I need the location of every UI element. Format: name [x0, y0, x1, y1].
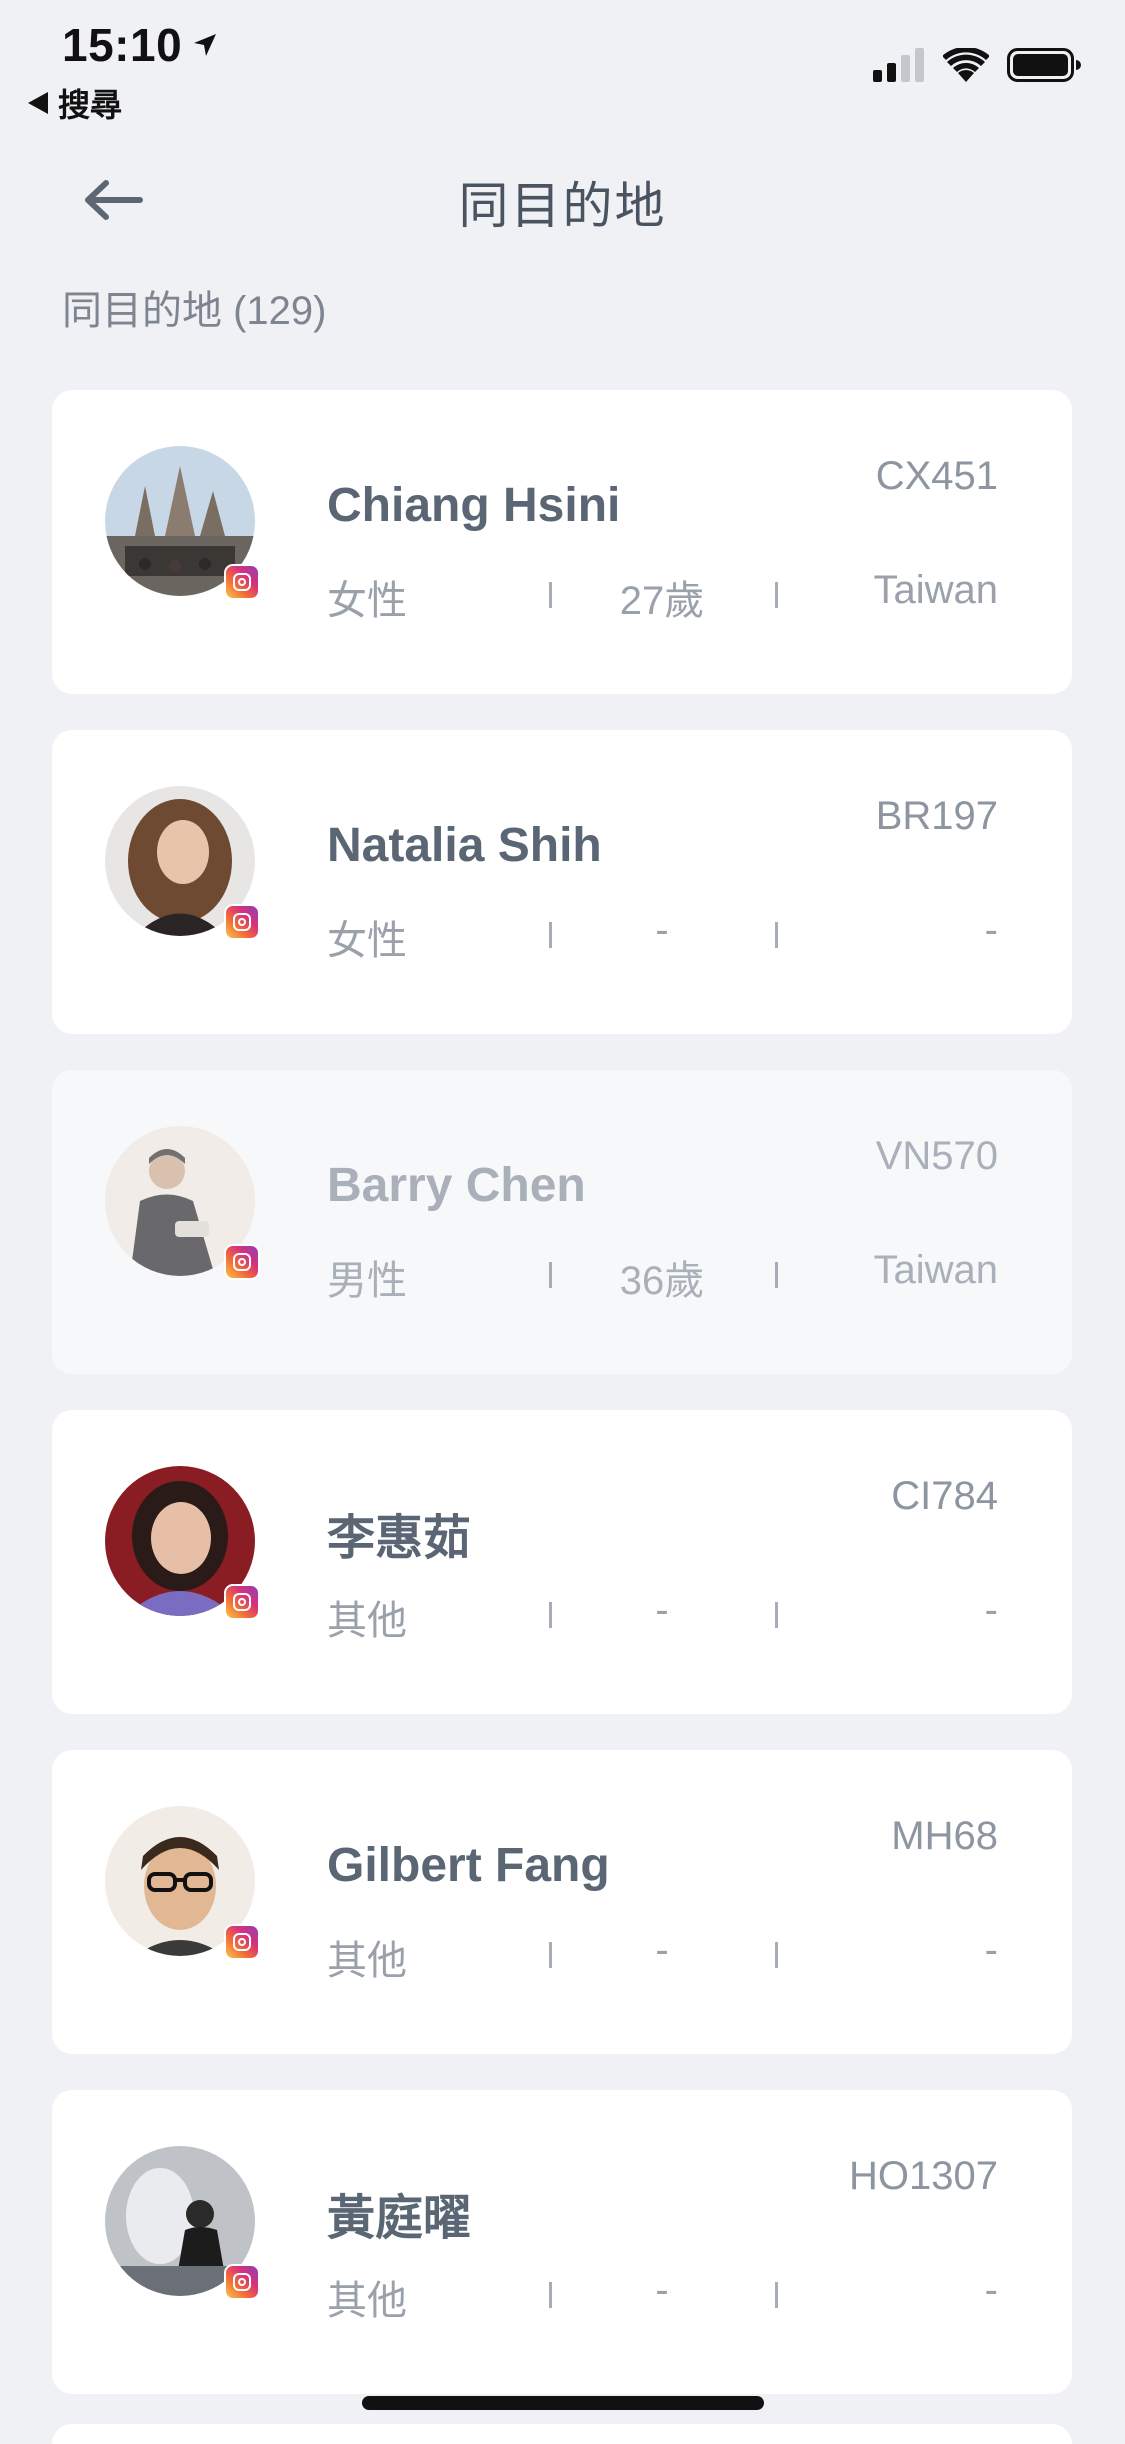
back-to-app-label: 搜尋: [58, 87, 123, 123]
traveler-card[interactable]: Barry Chen VN570 男性 36歲 Taiwan: [52, 1070, 1072, 1374]
traveler-age: 27歲: [619, 579, 705, 623]
traveler-meta: 女性 - -: [327, 908, 998, 963]
traveler-gender: 男性: [327, 1259, 407, 1303]
traveler-age: 36歲: [619, 1259, 705, 1303]
traveler-meta: 女性 27歲 Taiwan: [327, 568, 998, 623]
traveler-age: -: [655, 2268, 669, 2312]
traveler-card[interactable]: 李惠茹 CI784 其他 - -: [52, 1410, 1072, 1714]
traveler-name: Chiang Hsini: [327, 479, 621, 532]
divider: [775, 582, 778, 608]
traveler-meta: 其他 - -: [327, 1588, 998, 1643]
traveler-country: -: [984, 908, 998, 952]
flight-number: CX451: [875, 454, 998, 498]
instagram-icon[interactable]: [224, 1924, 260, 1960]
traveler-gender: 其他: [327, 1599, 407, 1643]
divider: [775, 922, 778, 948]
status-bar: 15:10 搜尋: [0, 0, 1125, 123]
status-time: 15:10: [62, 18, 218, 72]
flight-number: MH68: [891, 1814, 998, 1858]
navigation-bar: 同目的地: [0, 150, 1125, 250]
flight-number: VN570: [875, 1134, 998, 1178]
signal-icon: [873, 48, 924, 82]
flight-number: HO1307: [849, 2154, 998, 2198]
next-card-edge: [52, 2424, 1072, 2444]
traveler-gender: 女性: [327, 579, 407, 623]
divider: [549, 2282, 552, 2308]
divider: [775, 1262, 778, 1288]
flight-number: BR197: [875, 794, 998, 838]
traveler-age: -: [655, 1928, 669, 1972]
traveler-gender: 女性: [327, 919, 407, 963]
traveler-meta: 其他 - -: [327, 2268, 998, 2323]
traveler-name: 李惠茹: [327, 1512, 472, 1565]
traveler-card[interactable]: Chiang Hsini CX451 女性 27歲 Taiwan: [52, 390, 1072, 694]
instagram-icon[interactable]: [224, 904, 260, 940]
traveler-meta: 男性 36歲 Taiwan: [327, 1248, 998, 1303]
divider: [549, 1942, 552, 1968]
traveler-country: -: [984, 1928, 998, 1972]
traveler-gender: 其他: [327, 1939, 407, 1983]
traveler-country: -: [984, 1588, 998, 1632]
instagram-icon[interactable]: [224, 564, 260, 600]
traveler-card[interactable]: 黃庭曜 HO1307 其他 - -: [52, 2090, 1072, 2394]
divider: [549, 922, 552, 948]
divider: [549, 1602, 552, 1628]
instagram-icon[interactable]: [224, 2264, 260, 2300]
battery-icon: [1007, 48, 1081, 82]
traveler-country: Taiwan: [873, 1248, 998, 1292]
status-time-text: 15:10: [62, 19, 183, 71]
traveler-country: -: [984, 2268, 998, 2312]
divider: [549, 582, 552, 608]
instagram-icon[interactable]: [224, 1584, 260, 1620]
divider: [775, 2282, 778, 2308]
traveler-name: 黃庭曜: [327, 2192, 472, 2245]
traveler-card[interactable]: Natalia Shih BR197 女性 - -: [52, 730, 1072, 1034]
back-to-app-link[interactable]: 搜尋: [28, 80, 122, 126]
traveler-country: Taiwan: [873, 568, 998, 612]
traveler-name: Gilbert Fang: [327, 1839, 610, 1892]
status-icons: [873, 48, 1081, 82]
traveler-list: Chiang Hsini CX451 女性 27歲 Taiwan Natalia…: [52, 390, 1072, 2430]
divider: [549, 1262, 552, 1288]
traveler-age: -: [655, 908, 669, 952]
divider: [775, 1602, 778, 1628]
traveler-name: Natalia Shih: [327, 819, 602, 872]
location-arrow-icon: [194, 34, 217, 56]
traveler-gender: 其他: [327, 2279, 407, 2323]
traveler-meta: 其他 - -: [327, 1928, 998, 1983]
instagram-icon[interactable]: [224, 1244, 260, 1280]
traveler-name: Barry Chen: [327, 1159, 586, 1212]
divider: [775, 1942, 778, 1968]
page-title: 同目的地: [458, 178, 667, 234]
traveler-card[interactable]: Gilbert Fang MH68 其他 - -: [52, 1750, 1072, 2054]
traveler-age: -: [655, 1588, 669, 1632]
back-triangle-icon: [28, 92, 48, 114]
section-title: 同目的地 (129): [62, 289, 327, 333]
home-indicator[interactable]: [362, 2396, 764, 2410]
flight-number: CI784: [891, 1474, 998, 1518]
wifi-icon: [943, 48, 989, 82]
